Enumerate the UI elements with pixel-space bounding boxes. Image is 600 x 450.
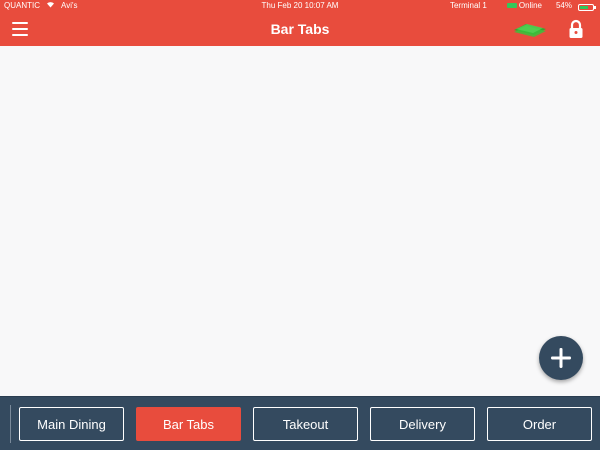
header: Bar Tabs: [0, 12, 600, 46]
terminal-label: Terminal 1: [449, 1, 487, 10]
battery-percent: 54%: [555, 1, 572, 10]
section-tab-bar: Main Dining Bar Tabs Takeout Delivery Or…: [0, 396, 600, 450]
bar-tabs-list-area: [0, 46, 600, 396]
connection-status: Online: [506, 0, 542, 12]
status-right: Terminal 1 Online 54%: [449, 0, 596, 12]
lock-icon[interactable]: [568, 19, 584, 39]
tab-main-dining[interactable]: Main Dining: [19, 407, 124, 441]
tabbar-divider: [10, 405, 11, 443]
online-icon: [506, 3, 517, 8]
plus-icon: [551, 348, 571, 368]
status-bar: QUANTIC Avi's Thu Feb 20 10:07 AM Termin…: [0, 0, 600, 12]
tab-order[interactable]: Order: [487, 407, 592, 441]
page-title: Bar Tabs: [270, 21, 330, 37]
tab-delivery[interactable]: Delivery: [370, 407, 475, 441]
battery-fill: [580, 5, 588, 9]
tab-bar-tabs[interactable]: Bar Tabs: [136, 407, 241, 441]
connection-label: Online: [518, 1, 542, 10]
battery-icon: [578, 3, 596, 11]
add-tab-button[interactable]: [539, 336, 583, 380]
cash-drawer-icon[interactable]: [512, 21, 548, 39]
tab-takeout[interactable]: Takeout: [253, 407, 358, 441]
